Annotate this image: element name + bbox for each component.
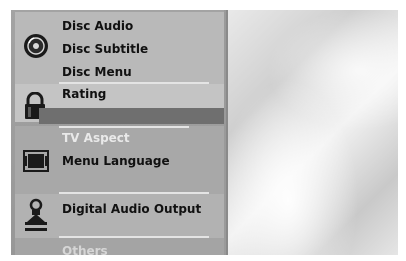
- selection-bar: [39, 108, 224, 124]
- preview-area: [226, 10, 398, 255]
- tv-icon: [23, 150, 49, 172]
- others-section: [15, 238, 224, 255]
- menu-item-rating[interactable]: Rating: [62, 87, 106, 101]
- dvd-setup-screen: Disc Audio Disc Subtitle Disc Menu Ratin…: [0, 0, 406, 261]
- disc-icon: [24, 34, 48, 58]
- setup-panel: Disc Audio Disc Subtitle Disc Menu Ratin…: [11, 10, 398, 255]
- menu-item-digital-audio-output[interactable]: Digital Audio Output: [62, 202, 202, 216]
- menu-item-disc-audio[interactable]: Disc Audio: [62, 19, 133, 33]
- menu-item-menu-language[interactable]: Menu Language: [62, 154, 170, 168]
- menu-item-others[interactable]: Others: [62, 244, 108, 255]
- menu-divider: [59, 126, 189, 128]
- setup-menu: Disc Audio Disc Subtitle Disc Menu Ratin…: [11, 10, 224, 255]
- menu-item-disc-menu[interactable]: Disc Menu: [62, 65, 132, 79]
- menu-item-tv-aspect[interactable]: TV Aspect: [62, 131, 130, 145]
- menu-item-disc-subtitle[interactable]: Disc Subtitle: [62, 42, 148, 56]
- speaker-icon: [25, 198, 47, 231]
